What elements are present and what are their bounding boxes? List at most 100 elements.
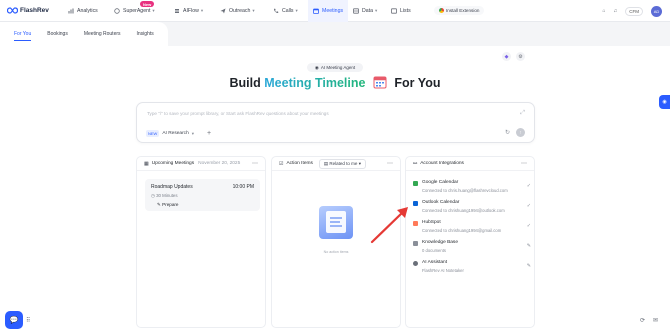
edit-icon[interactable]: ✎ <box>527 263 531 269</box>
card-title: Upcoming Meetings <box>151 161 195 166</box>
integration-name: Google Calendar <box>422 180 459 185</box>
nav-aiflow[interactable]: AIFlow ▾ <box>169 0 215 22</box>
filter-icon: ▤ <box>323 160 329 166</box>
nav-label: SuperAgent <box>123 7 151 14</box>
settings-icon[interactable]: ⚙ <box>516 52 525 61</box>
check-icon: ✓ <box>526 223 531 229</box>
integration-outlook-calendar[interactable]: Outlook Calendar Connected to chrishuang… <box>413 199 531 217</box>
calendar-icon <box>313 8 319 14</box>
install-label: Install Extension <box>446 8 480 13</box>
expand-icon[interactable]: ⤢ <box>520 110 525 117</box>
main-content: ◆ ⚙ ◉ AI Meeting Agent Build Meeting Tim… <box>0 46 670 335</box>
integration-name: Knowledge Base <box>422 240 459 245</box>
chevron-down-icon: ▾ <box>374 7 378 13</box>
apps-grid-icon[interactable]: ⠿ <box>26 317 30 324</box>
nav-data[interactable]: Data ▾ <box>348 0 386 22</box>
robot-icon: ◉ <box>314 64 319 70</box>
upcoming-meetings-card: ▦ Upcoming Meetings November 20, 2025 ⋯ … <box>136 156 266 328</box>
bell-icon[interactable]: ♫ <box>614 8 618 14</box>
phone-icon <box>273 8 279 14</box>
ai-research-select[interactable]: AI Research <box>162 131 188 136</box>
more-icon[interactable]: ⋯ <box>521 160 527 167</box>
tab-insights[interactable]: Insights <box>129 22 162 46</box>
assistant-icon <box>413 261 418 266</box>
meeting-duration: ◷ 30 Minutes <box>151 193 178 199</box>
sub-nav: For You Bookings Meeting Routers Insight… <box>0 22 670 46</box>
new-tag: NEW <box>146 130 160 137</box>
headline-pre: Build <box>229 76 261 90</box>
prompt-input[interactable]: Type "/" to save your prompt library, or… <box>147 111 329 116</box>
integration-name: Outlook Calendar <box>422 200 460 205</box>
nav-analytics[interactable]: Analytics <box>63 0 109 22</box>
send-button[interactable]: ↑ <box>516 128 525 137</box>
book-icon <box>413 241 418 246</box>
more-icon[interactable]: ⋯ <box>252 160 258 167</box>
feedback-icon[interactable]: ✉ <box>653 317 658 324</box>
clock-icon: ◷ <box>151 193 155 198</box>
hubspot-icon <box>413 221 418 226</box>
chevron-down-icon[interactable]: ▾ <box>192 131 194 137</box>
checklist-icon: ☑ <box>279 160 284 167</box>
chat-button[interactable]: 💬 <box>5 311 23 329</box>
card-header: ☑ Action Items ▤ Related to me ▾ ⋯ <box>272 157 400 171</box>
nav-lists[interactable]: Lists <box>386 0 418 22</box>
integration-status: 0 documents <box>422 248 446 253</box>
integration-google-calendar[interactable]: Google Calendar Connected to chris.huang… <box>413 179 531 197</box>
chevron-down-icon: ▾ <box>358 160 361 166</box>
hero-corner-icons: ◆ ⚙ <box>502 52 525 61</box>
gift-icon[interactable]: ⌂ <box>602 8 605 14</box>
install-extension-button[interactable]: Install Extension <box>434 6 485 15</box>
database-icon <box>353 7 359 14</box>
side-assistant-tab[interactable]: ◉ <box>659 95 670 109</box>
more-icon[interactable]: ⋯ <box>387 160 393 167</box>
prepare-label: Prepare <box>162 202 179 207</box>
history-icon[interactable]: ↻ <box>505 129 510 136</box>
related-filter-select[interactable]: ▤ Related to me ▾ <box>318 158 366 169</box>
edit-icon[interactable]: ✎ <box>527 243 531 249</box>
pill-label: AI Meeting Agent <box>320 65 356 70</box>
nav-calls[interactable]: Calls ▾ <box>268 0 308 22</box>
integration-status: Connected to chris.huang@flashrevcloud.c… <box>422 188 508 193</box>
nav-label: Analytics <box>77 7 98 14</box>
infinity-logo-icon <box>7 7 18 14</box>
prompt-box[interactable]: Type "/" to save your prompt library, or… <box>136 102 535 143</box>
card-date: November 20, 2025 <box>198 161 241 166</box>
main-nav: Analytics SuperAgent ▾ AIFlow ▾ Outreach… <box>63 0 418 22</box>
meeting-item[interactable]: Roadmap Updates 10:00 PM ◷ 30 Minutes ✎ … <box>145 179 260 211</box>
card-title: Account Integrations <box>420 161 464 166</box>
prepare-button[interactable]: ✎ Prepare <box>157 202 178 208</box>
integration-ai-assistant[interactable]: AI Assistant FlashRev AI Notetaker ✎ <box>413 259 531 277</box>
check-icon: ✓ <box>526 183 531 189</box>
nav-superagent[interactable]: SuperAgent ▾ <box>109 0 169 22</box>
flashrev-logo[interactable]: FlashRev <box>7 7 59 14</box>
send-icon <box>220 8 226 14</box>
link-icon: ⚯ <box>413 160 418 167</box>
integration-knowledge-base[interactable]: Knowledge Base 0 documents ✎ <box>413 239 531 257</box>
meeting-tabs: For You Bookings Meeting Routers Insight… <box>0 22 168 46</box>
duration-label: 30 Minutes <box>156 193 178 198</box>
hero-headline: Build Meeting Timeline For You <box>0 75 670 92</box>
bottom-right-tools: ⟳ ✉ <box>640 317 658 324</box>
tab-bookings[interactable]: Bookings <box>39 22 76 46</box>
nav-outreach[interactable]: Outreach ▾ <box>215 0 268 22</box>
chat-icon: 💬 <box>9 317 19 324</box>
action-items-card: ☑ Action Items ▤ Related to me ▾ ⋯ No ac… <box>271 156 401 328</box>
card-title: Action Items <box>286 161 313 166</box>
nav-label: Meetings <box>322 7 344 14</box>
meeting-title: Roadmap Updates <box>151 184 193 190</box>
nav-meetings[interactable]: Meetings <box>308 0 348 22</box>
card-header: ▦ Upcoming Meetings November 20, 2025 ⋯ <box>137 157 265 171</box>
tab-for-you[interactable]: For You <box>6 22 39 46</box>
avatar[interactable]: AD <box>651 5 662 17</box>
integration-hubspot[interactable]: HubSpot Connected to chrishuang1994@gmai… <box>413 219 531 237</box>
refresh-icon[interactable]: ⟳ <box>640 317 645 324</box>
ai-meeting-agent-pill: ◉ AI Meeting Agent <box>307 63 363 72</box>
prompt-actions: ↻ ↑ <box>505 128 525 137</box>
top-right-tools: ⌂ ♫ CFM AD <box>602 0 662 22</box>
tab-meeting-routers[interactable]: Meeting Routers <box>76 22 129 46</box>
check-icon: ✓ <box>526 203 531 209</box>
edit-icon: ✎ <box>157 202 161 207</box>
ai-sparkle-icon[interactable]: ◆ <box>502 52 511 61</box>
add-icon[interactable]: + <box>207 130 211 137</box>
cfm-badge[interactable]: CFM <box>625 6 643 16</box>
